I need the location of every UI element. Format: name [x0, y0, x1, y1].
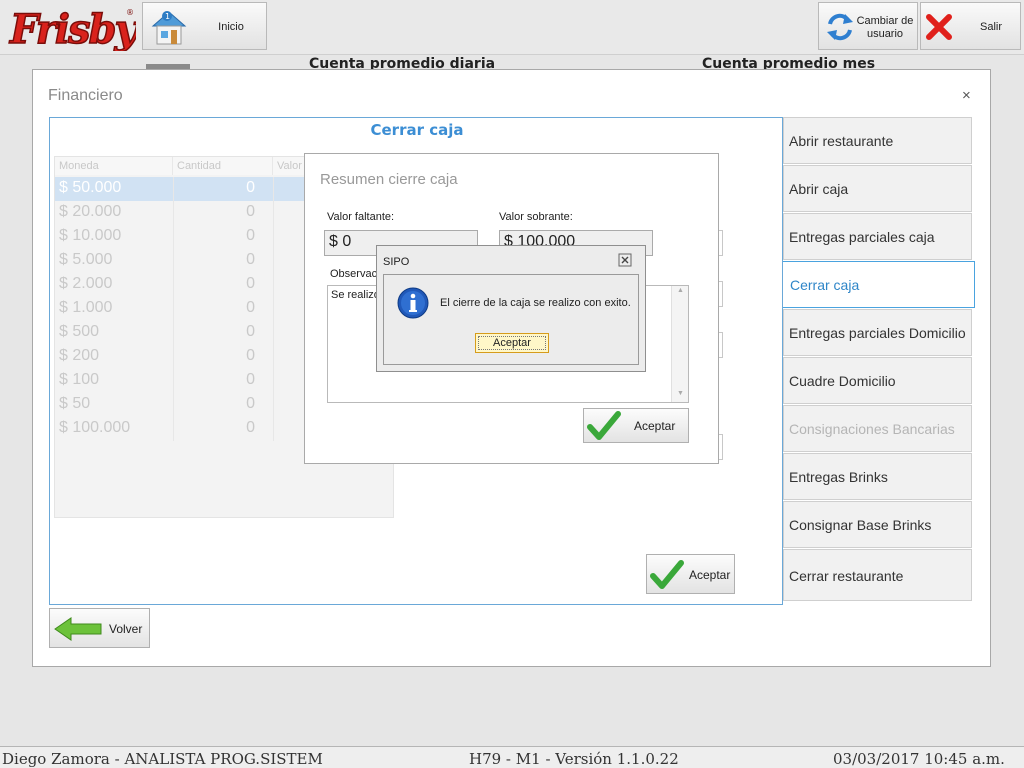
dialog-title: Financiero: [48, 87, 123, 104]
menu-item-abrir-caja[interactable]: Abrir caja: [783, 165, 972, 212]
top-toolbar: Frisby ® 1 Inicio Cambiar de usuario Sal…: [0, 0, 1024, 55]
checkmark-icon: [650, 560, 684, 589]
cambiar-usuario-button[interactable]: Cambiar de usuario: [818, 2, 918, 50]
observaciones-label: Observac: [330, 268, 378, 280]
panel-accept-button[interactable]: Aceptar: [646, 554, 735, 594]
grid-cell-moneda: $ 20.000: [59, 203, 122, 220]
menu-item-entregas-parciales-caja[interactable]: Entregas parciales caja: [783, 213, 972, 260]
home-icon: 1: [151, 11, 187, 45]
close-red-icon: [926, 14, 952, 40]
grid-cell-moneda: $ 200: [59, 347, 100, 364]
scroll-down-icon[interactable]: ▼: [677, 390, 684, 397]
status-version: H79 - M1 - Versión 1.1.0.22: [469, 750, 679, 768]
refresh-icon: [827, 13, 853, 41]
volver-button[interactable]: Volver: [49, 608, 150, 648]
menu-item-entregas-parciales-domicilio[interactable]: Entregas parciales Domicilio: [783, 309, 972, 356]
grid-cell-cantidad[interactable]: 0: [175, 203, 255, 221]
grid-cell-cantidad[interactable]: 0: [175, 347, 255, 365]
grid-cell-moneda: $ 50: [59, 395, 91, 412]
svg-text:1: 1: [165, 12, 170, 21]
status-bar: Diego Zamora - ANALISTA PROG.SISTEM H79 …: [0, 746, 1024, 768]
resumen-accept-label: Aceptar: [634, 419, 676, 433]
grid-cell-cantidad[interactable]: 0: [175, 395, 255, 413]
inicio-label: Inicio: [218, 21, 244, 33]
grid-cell-moneda: $ 5.000: [59, 251, 113, 268]
panel-accept-label: Aceptar: [689, 568, 731, 582]
menu-item-consignaciones-bancarias[interactable]: Consignaciones Bancarias: [783, 405, 972, 452]
grid-cell-moneda: $ 1.000: [59, 299, 113, 316]
valor-sobrante-label: Valor sobrante:: [499, 211, 573, 223]
menu-item-abrir-restaurante[interactable]: Abrir restaurante: [783, 117, 972, 164]
grid-cell-moneda: $ 10.000: [59, 227, 122, 244]
status-user: Diego Zamora - ANALISTA PROG.SISTEM: [2, 750, 323, 768]
menu-item-consignar-base-brinks[interactable]: Consignar Base Brinks: [783, 501, 972, 548]
cambiar-usuario-label: Cambiar de usuario: [856, 15, 914, 40]
grid-cell-moneda: $ 500: [59, 323, 100, 340]
grid-cell-cantidad[interactable]: 0: [175, 179, 255, 197]
resumen-title: Resumen cierre caja: [320, 171, 458, 188]
observaciones-text: Se realizo: [331, 289, 380, 301]
sipo-content: El cierre de la caja se realizo con exit…: [383, 274, 639, 365]
menu-item-cuadre-domicilio[interactable]: Cuadre Domicilio: [783, 357, 972, 404]
sipo-message: El cierre de la caja se realizo con exit…: [440, 297, 631, 309]
grid-cell-cantidad[interactable]: 0: [175, 371, 255, 389]
grid-cell-moneda: $ 100.000: [59, 419, 131, 436]
salir-button[interactable]: Salir: [920, 2, 1021, 50]
back-arrow-icon: [54, 617, 102, 641]
scroll-up-icon[interactable]: ▲: [677, 287, 684, 294]
grid-cell-cantidad[interactable]: 0: [175, 251, 255, 269]
frisby-logo: Frisby ®: [8, 5, 136, 51]
svg-text:®: ®: [126, 8, 134, 17]
grid-cell-cantidad[interactable]: 0: [175, 227, 255, 245]
info-icon: [397, 287, 429, 319]
sipo-message-box: SIPO El cierre de la caja se realizo con…: [376, 245, 646, 372]
observaciones-scrollbar[interactable]: ▲ ▼: [671, 286, 688, 402]
grid-cell-moneda: $ 2.000: [59, 275, 113, 292]
status-datetime: 03/03/2017 10:45 a.m.: [833, 750, 1005, 768]
dialog-close-icon[interactable]: ×: [962, 87, 971, 104]
resumen-accept-button[interactable]: Aceptar: [583, 408, 689, 443]
menu-item-cerrar-caja[interactable]: Cerrar caja: [783, 261, 975, 308]
menu-item-entregas-brinks[interactable]: Entregas Brinks: [783, 453, 972, 500]
panel-title: Cerrar caja: [370, 121, 464, 139]
grid-cell-cantidad[interactable]: 0: [175, 419, 255, 437]
sipo-close-icon[interactable]: [618, 253, 632, 267]
menu-item-cerrar-restaurante[interactable]: Cerrar restaurante: [783, 549, 972, 601]
inicio-button[interactable]: 1 Inicio: [142, 2, 267, 50]
grid-cell-cantidad[interactable]: 0: [175, 275, 255, 293]
volver-label: Volver: [109, 622, 143, 636]
grid-header-cantidad[interactable]: Cantidad: [173, 157, 273, 175]
grid-header-moneda[interactable]: Moneda: [55, 157, 173, 175]
grid-cell-moneda: $ 50.000: [59, 179, 122, 196]
sipo-ok-button[interactable]: Aceptar: [475, 333, 549, 353]
svg-text:Frisby: Frisby: [9, 6, 136, 51]
grid-cell-moneda: $ 100: [59, 371, 100, 388]
salir-label: Salir: [979, 21, 1002, 33]
grid-cell-cantidad[interactable]: 0: [175, 299, 255, 317]
sipo-title: SIPO: [383, 256, 410, 268]
valor-faltante-label: Valor faltante:: [327, 211, 395, 223]
grid-cell-cantidad[interactable]: 0: [175, 323, 255, 341]
checkmark-icon: [587, 411, 621, 440]
